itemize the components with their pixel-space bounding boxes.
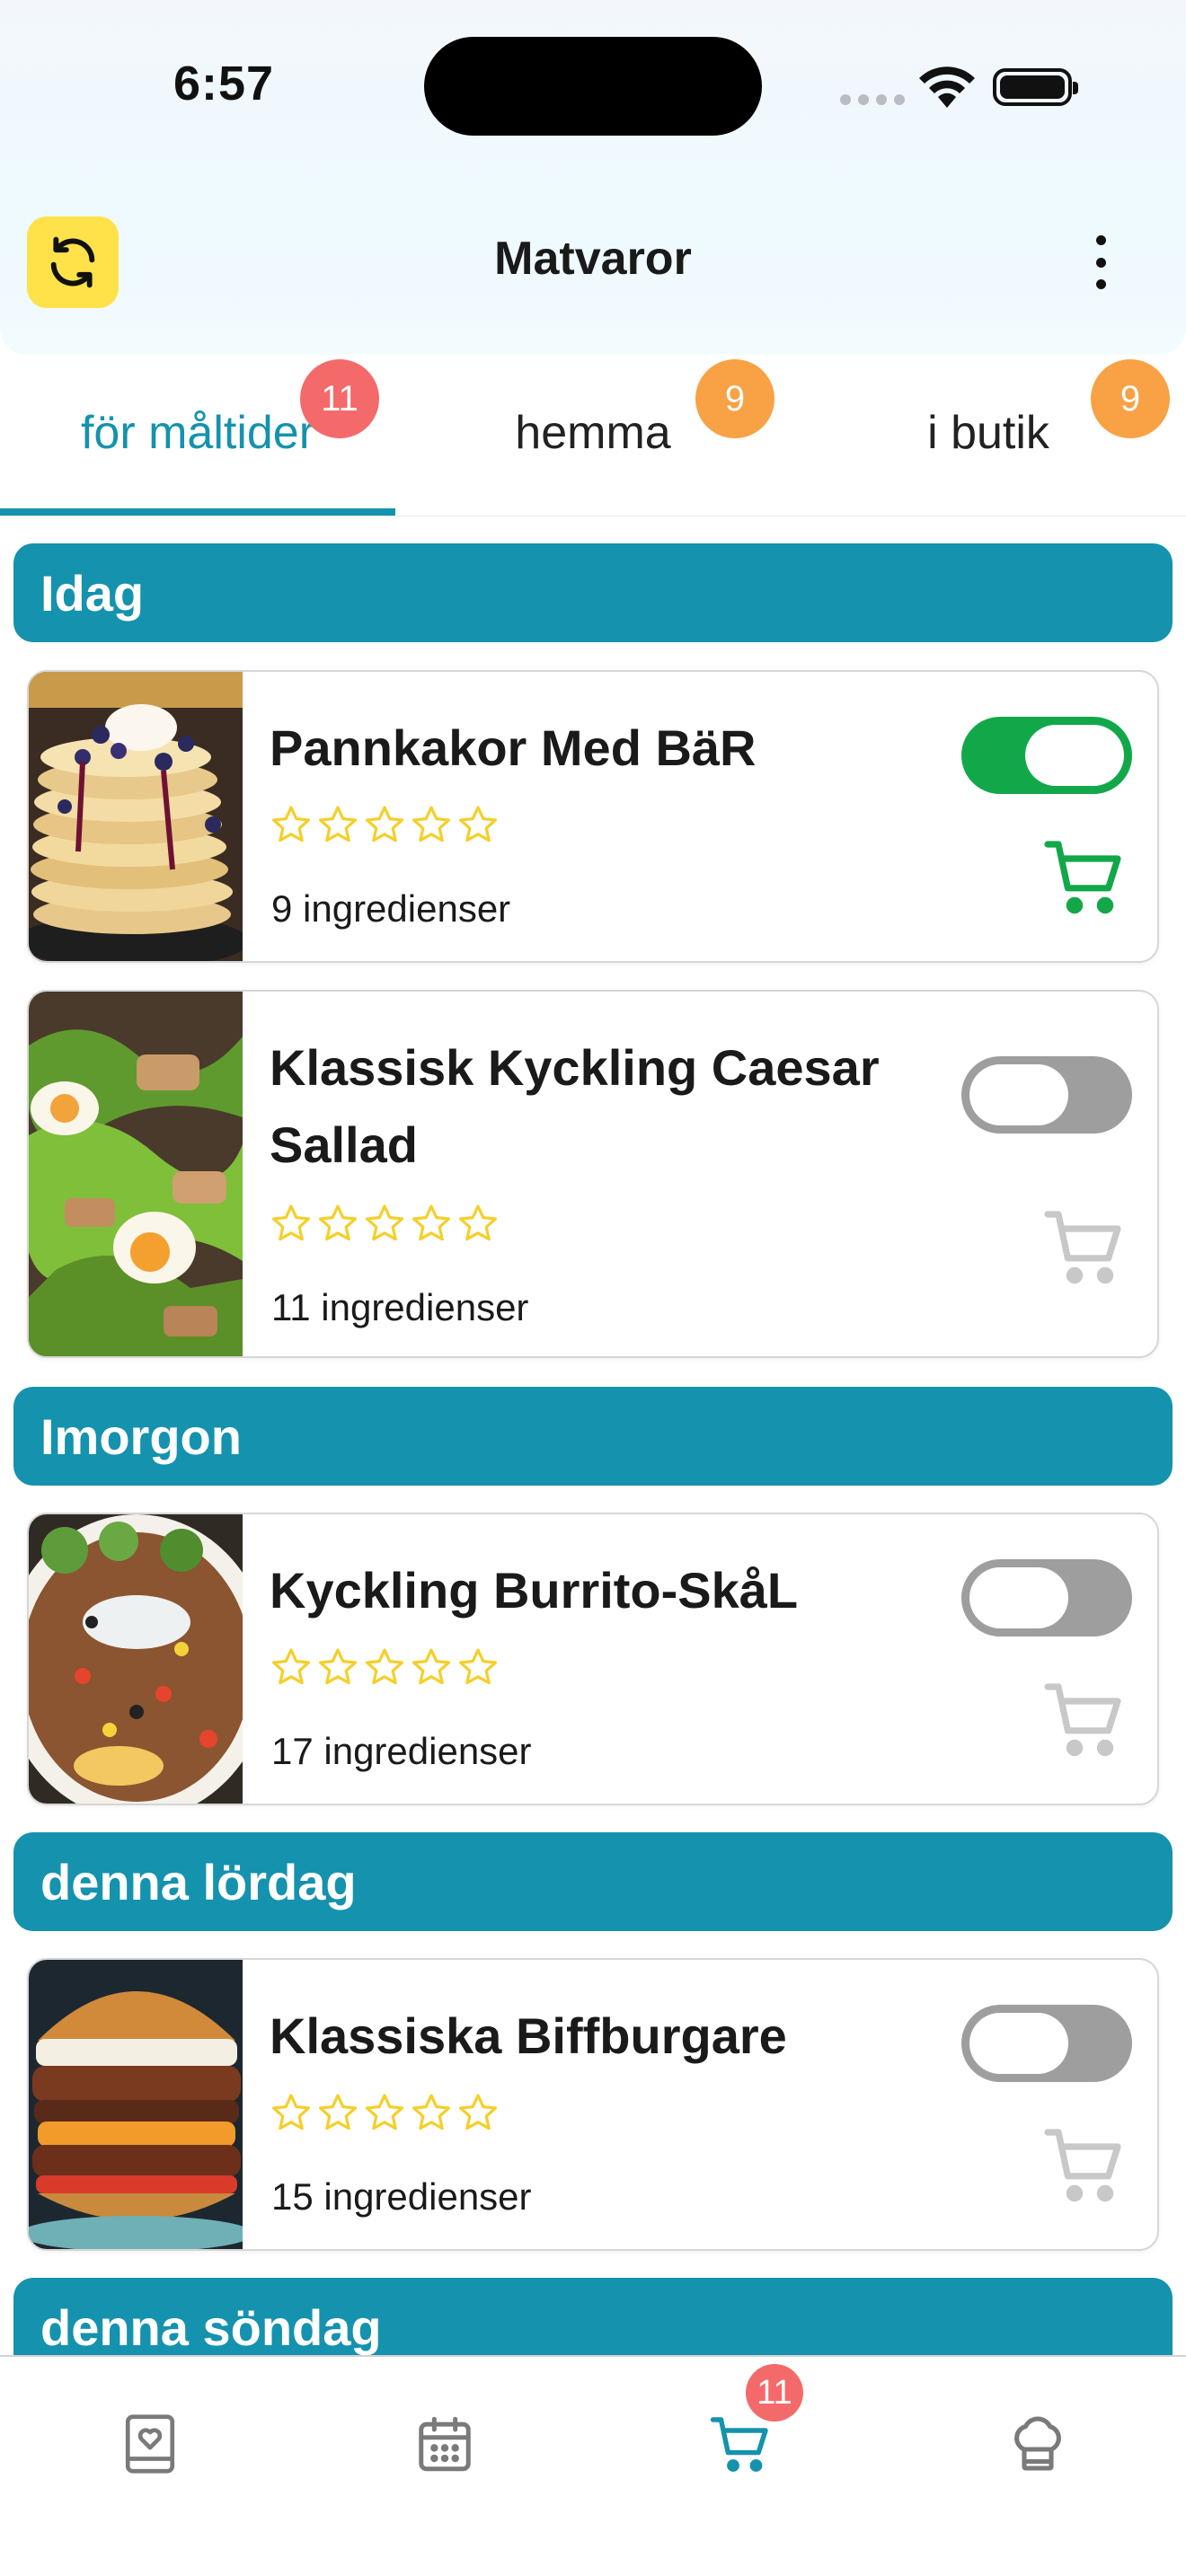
cart-icon[interactable] <box>1042 1676 1128 1762</box>
meal-title: Pannkakor Med BäR <box>270 719 757 776</box>
star-icon[interactable] <box>363 1202 406 1245</box>
section-header-today: Idag <box>13 543 1173 642</box>
meal-toggle[interactable] <box>961 717 1132 794</box>
more-options-button[interactable] <box>1078 230 1123 295</box>
star-icon[interactable] <box>363 2091 406 2134</box>
star-icon[interactable] <box>316 1645 359 1689</box>
cart-icon[interactable] <box>1042 1204 1128 1290</box>
recipe-book-icon <box>125 2414 175 2474</box>
tab-for-meals[interactable]: för måltider 11 <box>0 359 395 516</box>
status-bar: 6:57 <box>0 0 1186 180</box>
star-icon[interactable] <box>316 1202 359 1245</box>
star-icon[interactable] <box>363 1645 406 1689</box>
wifi-icon <box>916 63 978 114</box>
dynamic-island <box>424 37 762 136</box>
cellular-signal-icon <box>840 93 912 110</box>
ingredient-count: 9 ingredienser <box>271 887 511 930</box>
ingredient-count: 17 ingredienser <box>271 1730 532 1772</box>
meal-title: Kyckling Burrito-SkåL <box>270 1562 799 1619</box>
meal-photo <box>29 672 243 961</box>
cart-badge: 11 <box>746 2364 803 2422</box>
star-icon[interactable] <box>410 803 453 846</box>
star-icon[interactable] <box>270 2091 313 2134</box>
star-icon[interactable] <box>410 1202 453 1245</box>
meal-card[interactable]: Klassisk Kyckling Caesar Sallad 11 ingre… <box>27 990 1159 1358</box>
tab-badge: 9 <box>695 359 774 438</box>
tab-badge: 11 <box>300 359 379 438</box>
status-time: 6:57 <box>173 57 275 110</box>
star-icon[interactable] <box>270 1202 313 1245</box>
rating-stars[interactable] <box>270 803 500 846</box>
star-icon[interactable] <box>316 2091 359 2134</box>
cart-icon[interactable] <box>1042 2122 1128 2208</box>
meal-photo <box>29 1960 243 2249</box>
ingredient-count: 11 ingredienser <box>271 1286 529 1328</box>
section-header-tomorrow: Imorgon <box>13 1387 1173 1486</box>
star-icon[interactable] <box>316 803 359 846</box>
tab-at-home[interactable]: hemma 9 <box>395 359 791 516</box>
star-icon[interactable] <box>410 2091 453 2134</box>
meal-card[interactable]: Kyckling Burrito-SkåL 17 ingredienser <box>27 1513 1159 1805</box>
rating-stars[interactable] <box>270 1202 500 1245</box>
star-icon[interactable] <box>456 2091 500 2134</box>
star-icon[interactable] <box>410 1645 453 1689</box>
shopping-cart-icon <box>710 2417 768 2472</box>
chef-hat-icon <box>1014 2416 1061 2471</box>
rating-stars[interactable] <box>270 2091 500 2134</box>
battery-icon <box>993 68 1078 106</box>
star-icon[interactable] <box>456 803 500 846</box>
meal-photo <box>29 1514 243 1804</box>
meal-toggle[interactable] <box>961 1559 1132 1636</box>
more-vertical-icon <box>1095 235 1106 245</box>
tab-bar: för måltider 11 hemma 9 i butik 9 <box>0 359 1186 516</box>
cart-icon[interactable] <box>1042 834 1128 920</box>
star-icon[interactable] <box>270 803 313 846</box>
rating-stars[interactable] <box>270 1645 500 1689</box>
nav-calendar[interactable] <box>404 2404 485 2484</box>
star-icon[interactable] <box>456 1645 500 1689</box>
meal-title: Klassiska Biffburgare <box>270 2007 787 2064</box>
meal-card[interactable]: Pannkakor Med BäR 9 ingredienser <box>27 670 1159 963</box>
page-title: Matvaror <box>494 233 692 285</box>
star-icon[interactable] <box>270 1645 313 1689</box>
meal-photo <box>29 992 243 1356</box>
meal-toggle[interactable] <box>961 2005 1132 2082</box>
section-header-saturday: denna lördag <box>13 1832 1173 1931</box>
nav-chef[interactable] <box>997 2404 1078 2484</box>
star-icon[interactable] <box>456 1202 500 1245</box>
nav-recipes[interactable] <box>110 2404 190 2484</box>
meal-title: Klassisk Kyckling Caesar Sallad <box>270 1039 880 1173</box>
calendar-icon <box>419 2416 471 2472</box>
meal-card[interactable]: Klassiska Biffburgare 15 ingredienser <box>27 1958 1159 2251</box>
meal-toggle[interactable] <box>961 1056 1132 1134</box>
star-icon[interactable] <box>363 803 406 846</box>
tab-badge: 9 <box>1091 359 1170 438</box>
ingredient-count: 15 ingredienser <box>271 2175 532 2218</box>
bottom-navigation: 11 <box>0 2355 1186 2576</box>
tab-in-store[interactable]: i butik 9 <box>791 359 1186 516</box>
